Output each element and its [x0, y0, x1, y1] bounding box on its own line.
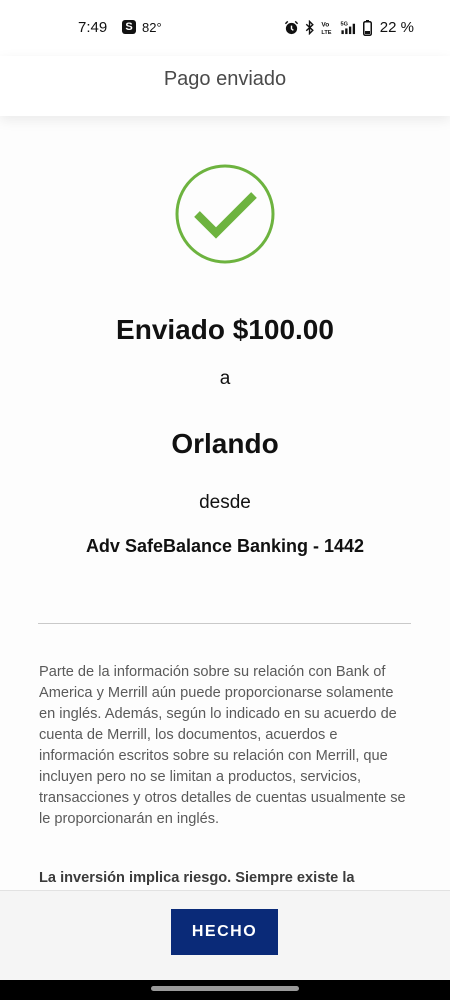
sent-amount: Enviado $100.00 — [116, 314, 334, 345]
alarm-icon — [284, 20, 299, 35]
app-notification-badge: S — [122, 20, 136, 34]
battery-icon — [362, 19, 372, 36]
status-bar: 7:49 S 82° Vo LTE 5G 22 % — [0, 0, 450, 56]
success-check-icon — [175, 164, 275, 264]
svg-text:LTE: LTE — [321, 30, 331, 35]
confirmation-content[interactable]: Enviado $100.00 a Orlando desde Adv Safe… — [0, 116, 450, 890]
system-navigation-bar — [0, 980, 450, 1000]
5g-signal-icon: 5G — [339, 20, 357, 35]
weather-temperature: 82° — [142, 20, 162, 35]
connector-from: desde — [199, 492, 251, 513]
language-disclaimer: Parte de la información sobre su relació… — [39, 664, 406, 827]
bluetooth-icon — [305, 20, 315, 35]
volte-icon: Vo LTE — [321, 20, 333, 35]
app-header: Pago enviado — [0, 56, 450, 116]
done-button[interactable]: HECHO — [171, 909, 278, 955]
home-indicator[interactable] — [151, 986, 299, 991]
recipient-name: Orlando — [171, 428, 279, 459]
status-icons: Vo LTE 5G 22 % — [284, 19, 414, 36]
source-account: Adv SafeBalance Banking - 1442 — [85, 536, 365, 556]
svg-text:5G: 5G — [340, 22, 348, 28]
divider — [38, 623, 411, 624]
page-title: Pago enviado — [163, 68, 287, 90]
battery-percentage: 22 % — [379, 19, 414, 36]
connector-to: a — [219, 368, 231, 389]
svg-text:Vo: Vo — [321, 22, 329, 29]
status-time: 7:49 — [78, 19, 108, 36]
investment-risk-notice: La inversión implica riesgo. Siempre exi… — [39, 870, 355, 886]
bottom-action-bar: HECHO — [0, 890, 450, 981]
